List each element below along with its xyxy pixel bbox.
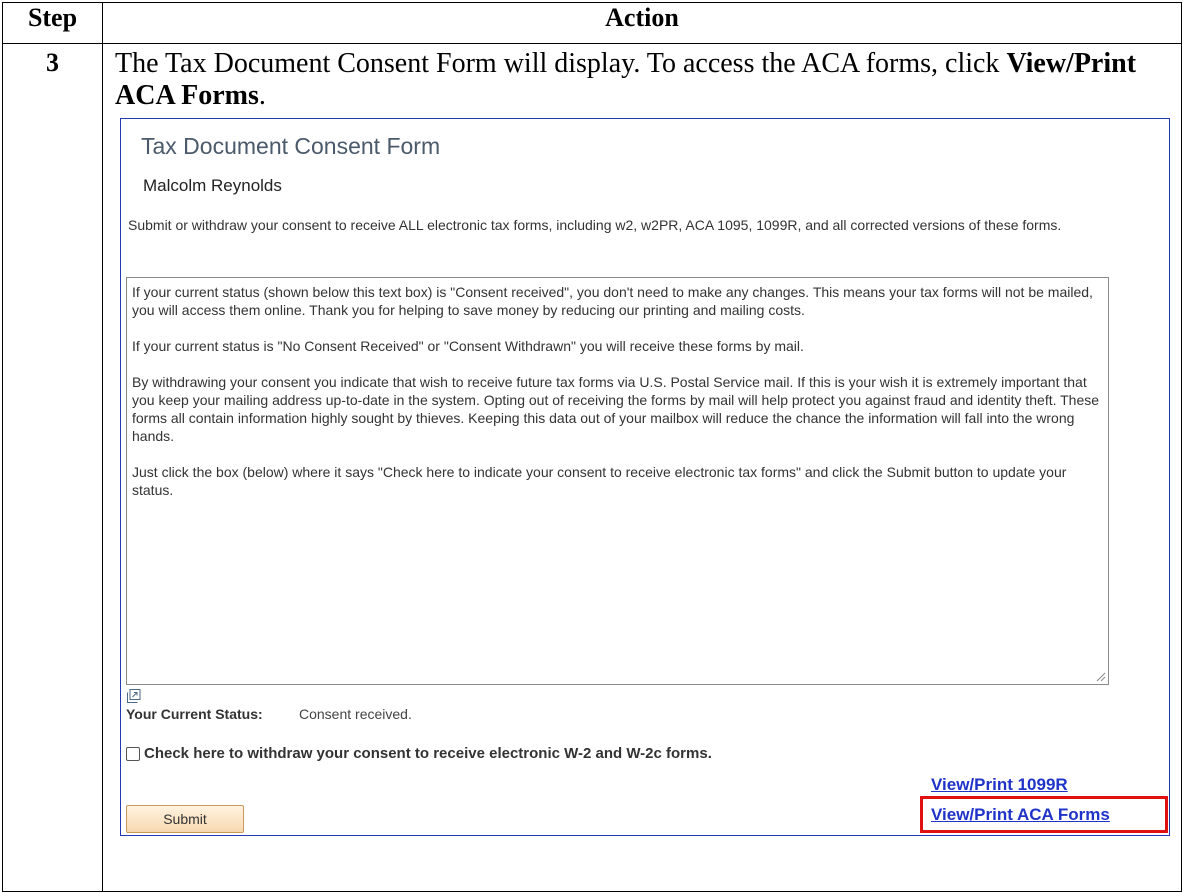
user-name: Malcolm Reynolds <box>143 176 282 195</box>
withdraw-consent-label[interactable]: Check here to withdraw your consent to r… <box>144 745 712 762</box>
consent-form-screenshot: Tax Document Consent Form Malcolm Reynol… <box>120 118 1170 836</box>
instruction-suffix: . <box>258 80 266 111</box>
status-value: Consent received. <box>299 706 412 722</box>
submit-button[interactable]: Submit <box>126 805 244 833</box>
view-print-1099r-link[interactable]: View/Print 1099R <box>931 775 1068 795</box>
resize-grip-icon[interactable] <box>1096 672 1106 682</box>
intro-text: Submit or withdraw your consent to recei… <box>128 217 1062 233</box>
expand-icon[interactable] <box>126 688 142 704</box>
withdraw-consent-row: Check here to withdraw your consent to r… <box>126 745 712 762</box>
consent-paragraph: By withdrawing your consent you indicate… <box>132 374 1100 444</box>
consent-paragraph: If your current status (shown below this… <box>132 284 1093 318</box>
instruction-text: The Tax Document Consent Form will displ… <box>115 48 1000 79</box>
consent-paragraph: Just click the box (below) where it says… <box>132 464 1067 498</box>
status-label: Your Current Status: <box>126 706 263 722</box>
action-column-header: Action <box>102 2 1182 44</box>
consent-text-box[interactable]: If your current status (shown below this… <box>126 277 1109 685</box>
consent-paragraph: If your current status is "No Consent Re… <box>132 338 804 354</box>
step-number: 3 <box>2 43 103 892</box>
withdraw-consent-checkbox[interactable] <box>126 746 140 761</box>
form-title: Tax Document Consent Form <box>141 133 441 159</box>
step-column-header: Step <box>2 2 103 44</box>
view-print-aca-forms-link[interactable]: View/Print ACA Forms <box>931 805 1110 825</box>
